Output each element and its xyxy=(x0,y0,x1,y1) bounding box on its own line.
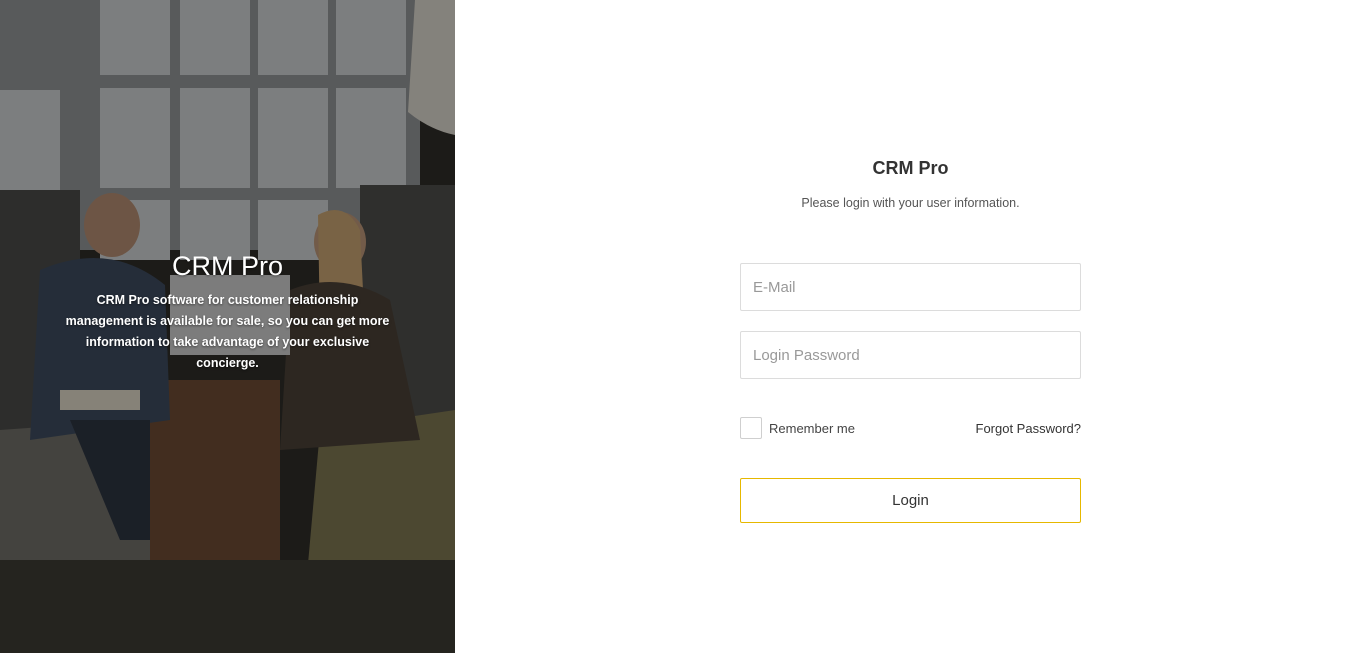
hero-title: CRM Pro xyxy=(171,251,283,281)
remember-me-label[interactable]: Remember me xyxy=(769,421,855,436)
hero-panel: CRM Pro CRM Pro software for customer re… xyxy=(0,0,455,653)
hero-description: CRM Pro software for customer relationsh… xyxy=(65,293,390,370)
email-field[interactable] xyxy=(740,263,1081,311)
login-page: CRM Pro CRM Pro software for customer re… xyxy=(0,0,1366,653)
login-subtitle: Please login with your user information. xyxy=(801,196,1020,210)
remember-me-checkbox[interactable] xyxy=(740,417,762,439)
remember-me-control[interactable]: Remember me xyxy=(740,417,855,439)
login-form: CRM Pro Please login with your user info… xyxy=(740,155,1081,523)
login-button[interactable]: Login xyxy=(740,478,1081,523)
password-field[interactable] xyxy=(740,331,1081,379)
login-panel: CRM Pro Please login with your user info… xyxy=(455,0,1366,653)
login-title: CRM Pro xyxy=(872,158,949,178)
forgot-password-link[interactable]: Forgot Password? xyxy=(976,421,1082,436)
login-options-row: Remember me Forgot Password? xyxy=(740,417,1081,439)
hero-text-block: CRM Pro CRM Pro software for customer re… xyxy=(0,248,455,374)
